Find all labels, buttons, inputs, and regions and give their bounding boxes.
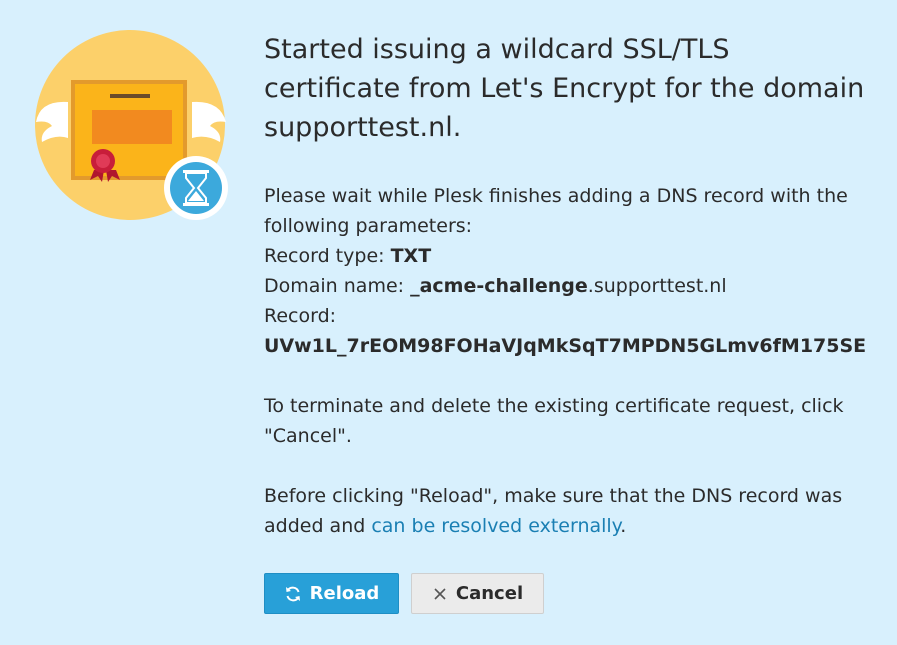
reload-button-label: Reload [309,583,380,604]
record-label: Record: [264,305,337,327]
cancel-button-label: Cancel [455,583,524,604]
button-bar: Reload Cancel [264,573,544,614]
refresh-icon [284,585,302,603]
record-value: UVw1L_7rEOM98FOHaVJqMkSqT7MPDN5GLmv6fM17… [264,335,867,357]
close-icon [432,586,448,602]
record-type-label: Record type: [264,245,391,267]
dialog-content: Started issuing a wildcard SSL/TLS certi… [264,30,874,541]
dialog-body: Please wait while Plesk finishes adding … [264,181,874,541]
resolve-externally-link[interactable]: can be resolved externally [371,515,620,537]
dialog-panel: Started issuing a wildcard SSL/TLS certi… [0,0,897,645]
certificate-with-wings-icon [30,30,230,230]
terminate-text: To terminate and delete the existing cer… [264,395,844,447]
domain-name-suffix: .supporttest.nl [587,275,727,297]
intro-text: Please wait while Plesk finishes adding … [264,185,848,237]
record-type-value: TXT [390,245,432,267]
domain-name-prefix: _acme-challenge [410,275,588,297]
domain-name-label: Domain name: [264,275,411,297]
cancel-button[interactable]: Cancel [411,573,544,614]
reload-instructions: Before clicking "Reload", make sure that… [264,481,874,541]
domain-name-row: Domain name: _acme-challenge.supporttest… [264,271,874,301]
reload-text-after: . [620,515,627,537]
dialog-title: Started issuing a wildcard SSL/TLS certi… [264,34,865,143]
reload-button[interactable]: Reload [264,573,399,614]
record-type-row: Record type: TXT [264,241,874,271]
